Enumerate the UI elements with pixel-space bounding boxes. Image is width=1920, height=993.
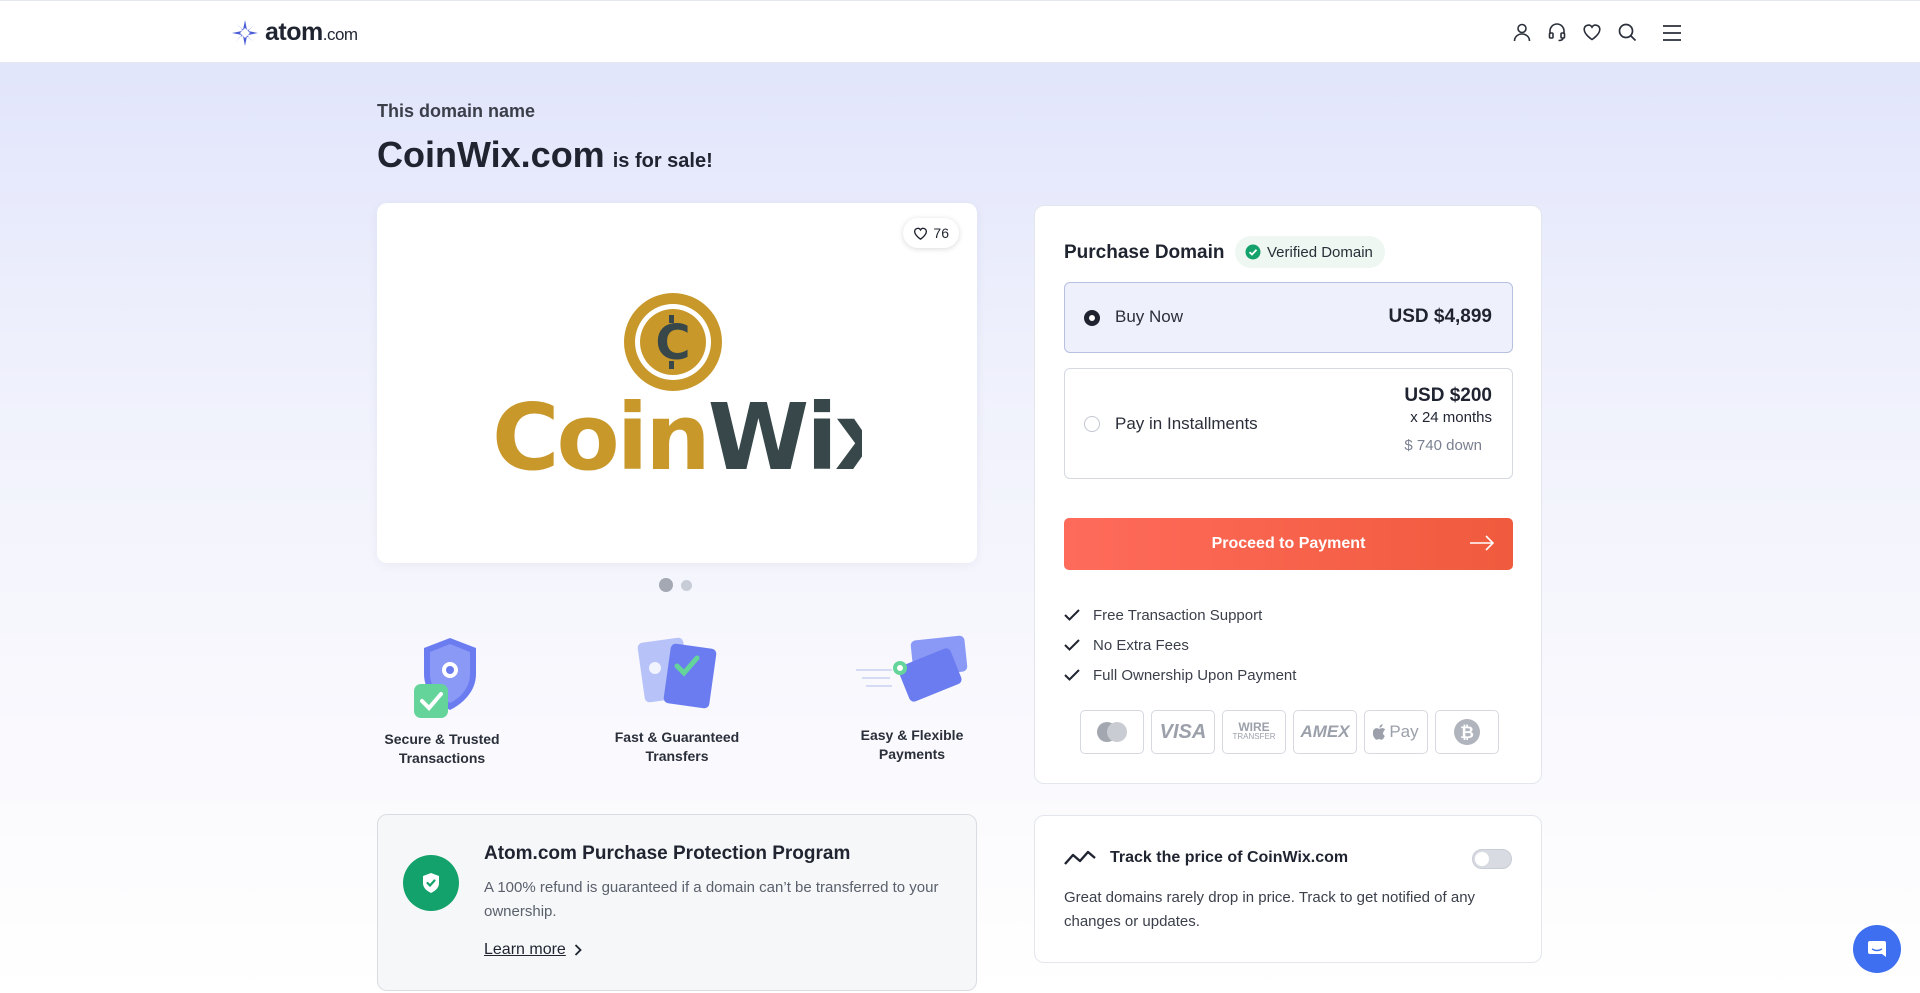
track-price-title: Track the price of CoinWix.com xyxy=(1110,849,1349,866)
check-icon xyxy=(1064,669,1080,681)
installment-price: USD $200 xyxy=(1404,385,1492,406)
learn-more-link[interactable]: Learn more xyxy=(484,941,582,959)
user-icon[interactable] xyxy=(1510,20,1534,44)
installments-option[interactable]: Pay in Installments USD $200 x 24 months… xyxy=(1064,368,1513,479)
protection-title: Atom.com Purchase Protection Program xyxy=(484,843,851,864)
heart-icon[interactable] xyxy=(1580,20,1604,44)
buy-now-option[interactable]: Buy Now USD $4,899 xyxy=(1064,282,1513,353)
coinwix-logo-image: C CoinWix xyxy=(492,293,862,473)
domain-eyebrow: This domain name xyxy=(377,101,536,121)
domain-name: CoinWix.com xyxy=(377,134,605,175)
flexible-payment-icon xyxy=(856,635,968,702)
mastercard-icon xyxy=(1080,710,1144,754)
svg-text:CoinWix: CoinWix xyxy=(492,384,862,473)
carousel-dot-2[interactable] xyxy=(681,579,692,591)
top-navigation-bar: atom.com xyxy=(0,0,1920,63)
for-sale-text: is for sale! xyxy=(612,150,713,172)
buy-now-price: USD $4,899 xyxy=(1388,306,1492,327)
verified-badge: Verified Domain xyxy=(1235,236,1385,268)
atom-star-icon xyxy=(232,19,258,46)
page-title: CoinWix.com is for sale! xyxy=(377,134,713,176)
purchase-protection-card: Atom.com Purchase Protection Program A 1… xyxy=(377,814,977,991)
installment-down-payment: $ 740 down xyxy=(1404,437,1482,454)
heart-icon xyxy=(914,227,928,240)
purchase-title: Purchase Domain xyxy=(1064,242,1225,263)
amex-icon: AMEX xyxy=(1293,710,1357,754)
protection-shield-icon xyxy=(403,855,459,911)
domain-logo-card: 76 C CoinWix xyxy=(377,203,977,563)
logo-wordmark: atom.com xyxy=(265,18,358,46)
chat-icon xyxy=(1868,941,1886,957)
proceed-to-payment-button[interactable]: Proceed to Payment xyxy=(1064,518,1513,570)
protection-text: A 100% refund is guaranteed if a domain … xyxy=(484,879,939,920)
menu-icon[interactable] xyxy=(1660,21,1684,45)
header-icon-group xyxy=(1510,20,1639,44)
search-icon[interactable] xyxy=(1615,20,1639,44)
feature-secure: Secure & Trusted Transactions xyxy=(377,635,507,768)
atom-logo[interactable]: atom.com xyxy=(231,18,358,47)
headset-icon[interactable] xyxy=(1545,20,1569,44)
like-button[interactable]: 76 xyxy=(903,218,959,248)
wire-transfer-icon: WIRE TRANSFER xyxy=(1222,710,1286,754)
svg-text:₿: ₿ xyxy=(1460,723,1474,743)
purchase-panel: Purchase Domain Verified Domain Buy Now … xyxy=(1034,205,1542,784)
installment-months: x 24 months xyxy=(1410,409,1492,426)
chat-support-button[interactable] xyxy=(1853,925,1901,973)
verified-check-icon xyxy=(1245,244,1261,260)
perk-item: No Extra Fees xyxy=(1064,630,1296,660)
fast-transfer-icon xyxy=(637,637,717,709)
purchase-perks-list: Free Transaction Support No Extra Fees F… xyxy=(1064,600,1296,690)
track-price-text: Great domains rarely drop in price. Trac… xyxy=(1064,889,1476,930)
arrow-right-icon xyxy=(1470,535,1495,551)
perk-item: Free Transaction Support xyxy=(1064,600,1296,630)
perk-item: Full Ownership Upon Payment xyxy=(1064,660,1296,690)
feature-flexible: Easy & Flexible Payments xyxy=(847,632,977,764)
check-icon xyxy=(1064,639,1080,651)
secure-shield-icon xyxy=(414,638,476,718)
chevron-right-icon xyxy=(574,944,582,956)
visa-icon: VISA xyxy=(1151,710,1215,754)
apple-pay-icon: Pay xyxy=(1364,710,1428,754)
buy-now-label: Buy Now xyxy=(1115,307,1184,326)
carousel-dots xyxy=(659,578,692,592)
bitcoin-icon: ₿ xyxy=(1435,710,1499,754)
check-icon xyxy=(1064,609,1080,621)
installments-label: Pay in Installments xyxy=(1115,414,1258,433)
buy-now-radio[interactable] xyxy=(1084,310,1100,326)
feature-fast: Fast & Guaranteed Transfers xyxy=(607,632,747,766)
payment-methods: VISA WIRE TRANSFER AMEX Pay ₿ xyxy=(1080,710,1499,754)
track-price-toggle[interactable] xyxy=(1472,849,1512,869)
track-price-card: Track the price of CoinWix.com Great dom… xyxy=(1034,815,1542,963)
like-count: 76 xyxy=(933,225,949,241)
trend-line-icon xyxy=(1064,850,1096,865)
carousel-dot-1[interactable] xyxy=(659,578,673,592)
installments-radio[interactable] xyxy=(1084,416,1100,432)
